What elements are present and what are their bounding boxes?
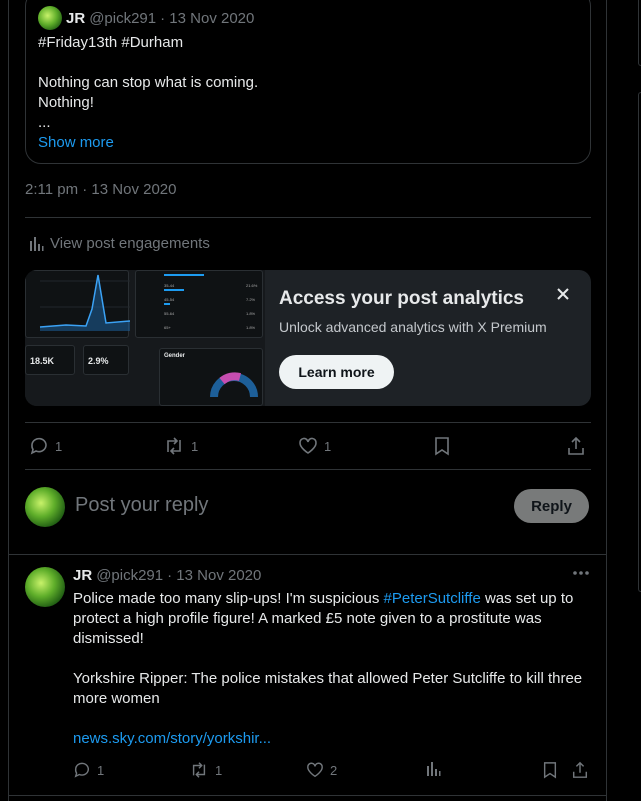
article-link[interactable]: news.sky.com/story/yorkshir... xyxy=(73,729,589,749)
hashtag-link[interactable]: #PeterSutcliffe xyxy=(384,590,481,607)
reply-tweet-header: JR @pick291 · 13 Nov 2020 xyxy=(73,567,261,584)
like-action[interactable]: 1 xyxy=(298,436,331,456)
learn-more-button[interactable]: Learn more xyxy=(279,355,394,389)
text-line xyxy=(38,53,258,73)
divider xyxy=(8,795,607,796)
bookmark-icon xyxy=(543,762,557,779)
promo-title: Access your post analytics xyxy=(279,288,524,309)
premium-analytics-banner: 18.5K 2.9% 35-44 21.6% 45-54 7.2% 55-64 … xyxy=(25,270,591,406)
reply-action[interactable]: 1 xyxy=(73,761,104,779)
text-line: ... xyxy=(38,114,51,131)
quoted-tweet-header: JR @pick291 · 13 Nov 2020 xyxy=(38,6,254,30)
heart-icon xyxy=(299,437,317,454)
quoted-tweet-text: #Friday13th #Durham Nothing can stop wha… xyxy=(38,33,258,153)
preview-table-panel: 35-44 21.6% 45-54 7.2% 55-64 1.8% 65+ 1.… xyxy=(135,270,263,338)
post-date: · 13 Nov 2020 xyxy=(160,9,255,27)
repost-action[interactable]: 1 xyxy=(189,761,222,779)
preview-row-value: 7.2% xyxy=(246,297,256,302)
author-name[interactable]: JR xyxy=(73,567,92,584)
avatar[interactable] xyxy=(25,567,65,607)
reply-icon xyxy=(74,762,89,778)
avatar xyxy=(38,6,62,30)
reply-count: 1 xyxy=(97,762,105,778)
share-icon xyxy=(572,761,588,778)
views-action[interactable] xyxy=(425,761,441,777)
share-action[interactable] xyxy=(571,761,589,779)
preview-stat-card: 2.9% xyxy=(83,345,129,375)
repost-action[interactable]: 1 xyxy=(163,436,198,456)
column-border-left xyxy=(8,0,9,801)
preview-gender-label: Gender xyxy=(164,353,186,359)
preview-line-chart xyxy=(39,274,131,331)
quoted-tweet-card[interactable]: JR @pick291 · 13 Nov 2020 #Friday13th #D… xyxy=(25,0,591,164)
like-count: 2 xyxy=(330,762,338,778)
reply-input[interactable]: Post your reply xyxy=(75,494,208,517)
post-date[interactable]: · 13 Nov 2020 xyxy=(167,567,261,584)
preview-row-label: 45-54 xyxy=(164,297,175,302)
divider xyxy=(8,554,607,555)
preview-stat-value: 18.5K xyxy=(30,356,55,366)
repost-count: 1 xyxy=(191,438,199,454)
preview-row-value: 1.8% xyxy=(246,311,256,316)
preview-chart-panel xyxy=(25,270,131,338)
text-line: Nothing can stop what is coming. xyxy=(38,74,259,91)
preview-row-value: 21.6% xyxy=(246,283,258,288)
close-icon[interactable] xyxy=(553,284,573,304)
reply-action[interactable]: 1 xyxy=(29,436,62,456)
preview-stat-card: 18.5K xyxy=(25,345,75,375)
preview-stat-value: 2.9% xyxy=(88,356,109,366)
reply-tweet-text: Police made too many slip-ups! I'm suspi… xyxy=(73,589,589,749)
tweet-timestamp[interactable]: 2:11 pm · 13 Nov 2020 xyxy=(25,181,176,198)
view-engagements-label: View post engagements xyxy=(50,235,210,252)
tweet-paragraph: Police made too many slip-ups! I'm suspi… xyxy=(73,589,589,649)
view-engagements-link[interactable]: View post engagements xyxy=(28,235,210,252)
divider xyxy=(25,422,591,423)
preview-donut-chart xyxy=(210,372,258,398)
analytics-icon xyxy=(427,762,441,776)
promo-subtitle: Unlock advanced analytics with X Premium xyxy=(279,319,547,335)
text-line: #Friday13th #Durham xyxy=(38,34,184,51)
preview-row-label: 35-44 xyxy=(164,283,175,288)
reply-button[interactable]: Reply xyxy=(514,489,589,523)
preview-gender-panel: Gender xyxy=(159,348,263,406)
like-count: 1 xyxy=(324,438,332,454)
preview-row-label: 55-64 xyxy=(164,311,175,316)
post-action-bar: 1 1 1 xyxy=(25,436,591,456)
author-handle[interactable]: @pick291 xyxy=(96,567,163,584)
bookmark-action[interactable] xyxy=(433,436,451,456)
share-action[interactable] xyxy=(566,436,586,456)
repost-icon xyxy=(167,437,181,455)
show-more-link[interactable]: Show more xyxy=(38,133,258,153)
author-handle: @pick291 xyxy=(89,9,157,27)
share-icon xyxy=(568,436,584,455)
reply-count: 1 xyxy=(55,438,63,454)
bookmark-action[interactable] xyxy=(542,761,558,779)
heart-icon xyxy=(307,762,323,778)
reply-tweet-action-bar: 1 1 2 xyxy=(73,761,589,781)
preview-row-label: 65+ xyxy=(164,325,171,330)
analytics-preview-image: 18.5K 2.9% 35-44 21.6% 45-54 7.2% 55-64 … xyxy=(25,270,265,406)
like-action[interactable]: 2 xyxy=(306,761,337,779)
tweet-paragraph: Yorkshire Ripper: The police mistakes th… xyxy=(73,670,583,707)
repost-count: 1 xyxy=(215,762,223,778)
tweet-text: Police made too many slip-ups! I'm suspi… xyxy=(73,590,384,607)
more-options-icon[interactable] xyxy=(572,570,590,576)
divider xyxy=(25,217,591,218)
bookmark-icon xyxy=(435,437,449,456)
repost-icon xyxy=(192,762,206,778)
avatar xyxy=(25,487,65,527)
divider xyxy=(25,469,591,470)
analytics-icon xyxy=(30,236,44,251)
text-line: Nothing! xyxy=(38,94,94,111)
preview-row-value: 1.8% xyxy=(246,325,256,330)
reply-icon xyxy=(30,437,47,455)
author-name: JR xyxy=(66,9,86,27)
column-border-right xyxy=(606,0,607,801)
